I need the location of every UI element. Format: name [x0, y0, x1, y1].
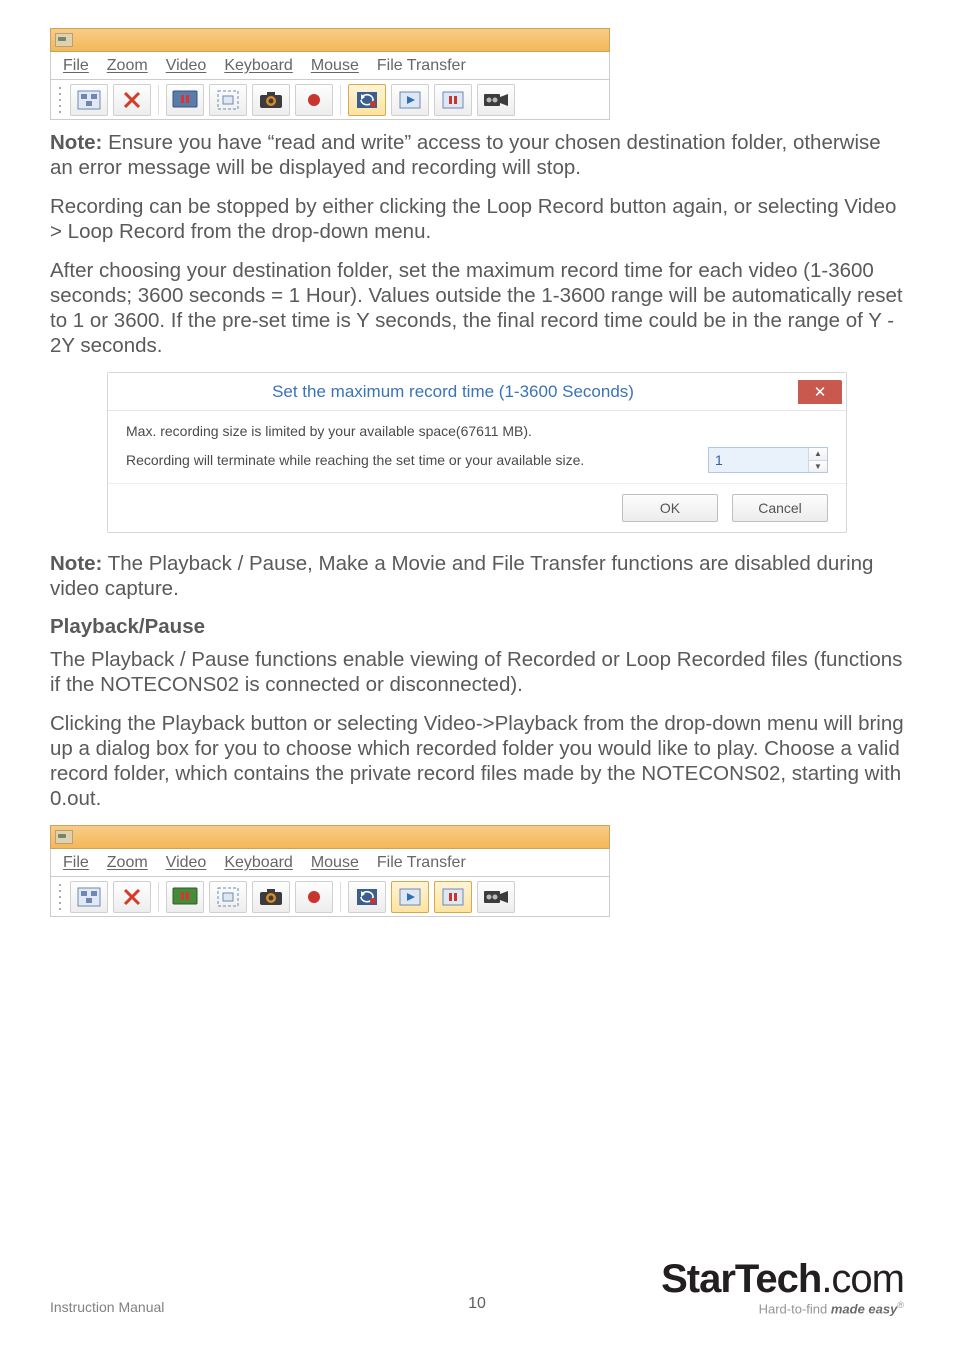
menu-zoom[interactable]: Zoom: [107, 57, 148, 75]
spin-down-icon[interactable]: ▼: [809, 461, 827, 473]
note-read-write: Note: Ensure you have “read and write” a…: [50, 130, 904, 180]
monitor-pause-icon[interactable]: [166, 84, 204, 116]
note-disabled-functions: Note: The Playback / Pause, Make a Movie…: [50, 551, 904, 601]
separator-icon: [340, 882, 341, 912]
loop-record-icon[interactable]: [348, 881, 386, 913]
app-icon: [55, 33, 73, 47]
dialog-msg-terminate: Recording will terminate while reaching …: [126, 452, 698, 468]
menu-filetransfer[interactable]: File Transfer: [377, 854, 466, 872]
dialog-titlebar: Set the maximum record time (1-3600 Seco…: [108, 373, 846, 411]
close-icon[interactable]: [113, 881, 151, 913]
separator-icon: [340, 85, 341, 115]
app-toolbar-screenshot-1: File Zoom Video Keyboard Mouse File Tran…: [50, 28, 610, 120]
movie-icon[interactable]: [477, 881, 515, 913]
titlebar: [50, 825, 610, 849]
cancel-button[interactable]: Cancel: [732, 494, 828, 522]
record-time-input[interactable]: 1: [709, 448, 809, 472]
para-playback-desc: The Playback / Pause functions enable vi…: [50, 647, 904, 697]
camera-icon[interactable]: [252, 881, 290, 913]
record-time-dialog: Set the maximum record time (1-3600 Seco…: [107, 372, 847, 533]
fit-window-icon[interactable]: [209, 881, 247, 913]
pause-icon[interactable]: [434, 84, 472, 116]
ctrl-alt-del-icon[interactable]: [70, 881, 108, 913]
menubar: File Zoom Video Keyboard Mouse File Tran…: [50, 52, 610, 80]
menu-mouse[interactable]: Mouse: [311, 854, 359, 872]
toolbar-grip-icon: [57, 85, 63, 115]
para-playback-dialog: Clicking the Playback button or selectin…: [50, 711, 904, 811]
ctrl-alt-del-icon[interactable]: [70, 84, 108, 116]
separator-icon: [158, 882, 159, 912]
menu-zoom[interactable]: Zoom: [107, 854, 148, 872]
fit-window-icon[interactable]: [209, 84, 247, 116]
menu-video[interactable]: Video: [166, 57, 207, 75]
titlebar: [50, 28, 610, 52]
playback-icon[interactable]: [391, 881, 429, 913]
page-footer: Instruction Manual 10 StarTech.com Hard-…: [50, 1259, 904, 1315]
menu-keyboard[interactable]: Keyboard: [224, 57, 293, 75]
menu-file[interactable]: File: [63, 57, 89, 75]
icon-toolbar: [50, 80, 610, 120]
menubar: File Zoom Video Keyboard Mouse File Tran…: [50, 849, 610, 877]
close-icon[interactable]: ✕: [798, 380, 842, 404]
camera-icon[interactable]: [252, 84, 290, 116]
record-time-spinner[interactable]: 1 ▲ ▼: [708, 447, 828, 473]
page-number: 10: [50, 1295, 904, 1313]
app-toolbar-screenshot-2: File Zoom Video Keyboard Mouse File Tran…: [50, 825, 610, 917]
separator-icon: [158, 85, 159, 115]
menu-file[interactable]: File: [63, 854, 89, 872]
menu-keyboard[interactable]: Keyboard: [224, 854, 293, 872]
menu-mouse[interactable]: Mouse: [311, 57, 359, 75]
app-icon: [55, 830, 73, 844]
menu-filetransfer[interactable]: File Transfer: [377, 57, 466, 75]
loop-record-icon[interactable]: [348, 84, 386, 116]
heading-playback-pause: Playback/Pause: [50, 615, 904, 639]
close-icon[interactable]: [113, 84, 151, 116]
toolbar-grip-icon: [57, 882, 63, 912]
dialog-msg-space: Max. recording size is limited by your a…: [126, 423, 828, 439]
record-icon[interactable]: [295, 881, 333, 913]
pause-icon[interactable]: [434, 881, 472, 913]
monitor-active-icon[interactable]: [166, 881, 204, 913]
spin-up-icon[interactable]: ▲: [809, 448, 827, 461]
dialog-title: Set the maximum record time (1-3600 Seco…: [108, 382, 798, 402]
para-destination-folder: After choosing your destination folder, …: [50, 258, 904, 358]
ok-button[interactable]: OK: [622, 494, 718, 522]
playback-icon[interactable]: [391, 84, 429, 116]
movie-icon[interactable]: [477, 84, 515, 116]
record-icon[interactable]: [295, 84, 333, 116]
menu-video[interactable]: Video: [166, 854, 207, 872]
icon-toolbar: [50, 877, 610, 917]
para-stop-recording: Recording can be stopped by either click…: [50, 194, 904, 244]
